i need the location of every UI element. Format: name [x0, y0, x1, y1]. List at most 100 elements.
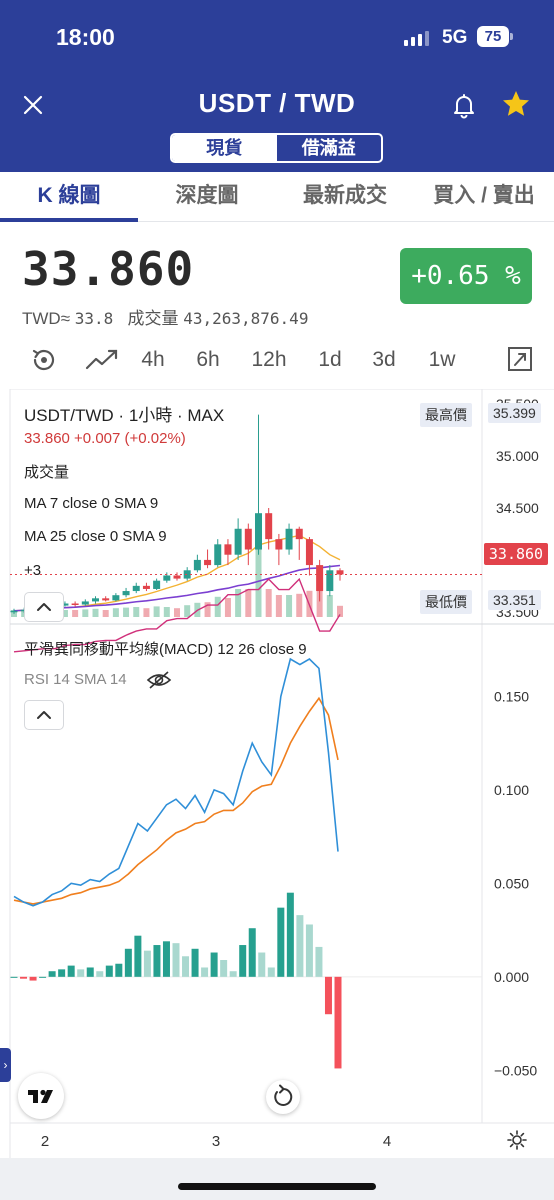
- macd-histogram-bar: [143, 950, 151, 977]
- fullscreen-button[interactable]: [506, 340, 534, 380]
- collapse-macd-button[interactable]: [24, 700, 64, 730]
- candle-body: [255, 513, 262, 550]
- macd-axis-tick: −0.050: [494, 1062, 537, 1078]
- gear-icon: [507, 1130, 527, 1150]
- candle-body: [132, 585, 140, 592]
- trend-line-icon: [85, 349, 118, 370]
- tab-trades[interactable]: 最新成交: [276, 172, 414, 221]
- chevron-up-icon: [37, 711, 51, 719]
- candle-body: [244, 528, 252, 550]
- macd-histogram-bar: [229, 971, 237, 977]
- macd-axis-tick: 0.100: [494, 782, 529, 798]
- macd-histogram-bar: [124, 948, 132, 977]
- price-subline: TWD≈ 33.8 成交量 43,263,876.49: [22, 304, 308, 329]
- volume-bar: [245, 589, 252, 617]
- macd-histogram-bar: [334, 976, 342, 1069]
- macd-histogram-bar: [48, 971, 56, 977]
- rsi-legend: RSI 14 SMA 14: [24, 671, 127, 688]
- candle-body: [234, 528, 242, 555]
- change-badge: +0.65 %: [400, 248, 532, 304]
- candle-body: [122, 591, 130, 596]
- chart-settings-button[interactable]: [506, 1129, 528, 1151]
- volume-bar: [224, 598, 231, 617]
- interval-4h[interactable]: 4h: [135, 340, 171, 380]
- volume-bar: [153, 606, 160, 617]
- tab-kline[interactable]: K 線圖: [0, 172, 138, 222]
- hide-rsi-button[interactable]: [146, 670, 172, 690]
- macd-histogram-bar: [20, 976, 28, 979]
- battery-icon: 75: [477, 26, 509, 47]
- volume-bar: [82, 609, 89, 617]
- home-indicator: [178, 1183, 376, 1190]
- macd-histogram-bar: [39, 976, 47, 978]
- volume-bar: [286, 595, 293, 617]
- chart-toolbar: 4h 6h 12h 1d 3d 1w: [0, 340, 554, 380]
- fullscreen-icon: [508, 347, 532, 371]
- macd-histogram-bar: [296, 915, 304, 977]
- candle-body: [305, 539, 313, 566]
- interval-1d[interactable]: 1d: [312, 340, 348, 380]
- replay-button[interactable]: [28, 340, 60, 380]
- high-label: 最高價: [420, 403, 472, 427]
- interval-12h[interactable]: 12h: [246, 340, 292, 380]
- star-icon: [503, 91, 529, 116]
- tradingview-logo[interactable]: [18, 1073, 64, 1119]
- more-indicators[interactable]: +3: [24, 562, 41, 579]
- macd-histogram-bar: [305, 924, 313, 977]
- indicator-button[interactable]: [84, 340, 120, 380]
- macd-histogram-bar: [239, 945, 247, 977]
- macd-legend: 平滑異同移動平均線(MACD) 12 26 close 9: [24, 641, 307, 658]
- app-root: 18:00 5G 75 USDT / TWD 現貨 借滿益 K 線圖 深度圖 最…: [0, 0, 554, 1200]
- twd-value: 33.8: [74, 309, 114, 328]
- low-value: 33.351: [488, 590, 541, 610]
- tab-depth[interactable]: 深度圖: [138, 172, 276, 221]
- collapse-legend-button[interactable]: [24, 592, 64, 622]
- high-value: 35.399: [488, 403, 541, 423]
- candle-body: [92, 598, 99, 602]
- tradingview-icon: [28, 1089, 53, 1103]
- volume-bar: [123, 607, 130, 617]
- macd-histogram-bar: [134, 935, 142, 977]
- volume-bar: [184, 605, 191, 617]
- side-panel-handle[interactable]: ›: [0, 1048, 11, 1082]
- macd-histogram-bar: [315, 946, 323, 977]
- interval-1w[interactable]: 1w: [422, 340, 462, 380]
- segment-spot[interactable]: 現貨: [172, 135, 277, 161]
- volume-legend: 成交量: [24, 464, 70, 481]
- segment-margin[interactable]: 借滿益: [277, 135, 382, 161]
- volume-bar: [72, 610, 79, 617]
- bottom-bar: [0, 1158, 554, 1200]
- candle-body: [153, 580, 161, 589]
- volume-label: 成交量: [127, 309, 179, 328]
- interval-6h[interactable]: 6h: [190, 340, 226, 380]
- volume-bar: [214, 596, 221, 617]
- interval-3d[interactable]: 3d: [366, 340, 402, 380]
- notification-button[interactable]: [449, 90, 479, 120]
- twd-label: TWD≈: [22, 309, 71, 328]
- reset-chart-button[interactable]: [266, 1080, 300, 1114]
- macd-histogram-bar: [105, 965, 113, 977]
- favorite-button[interactable]: [500, 88, 532, 120]
- candle-body: [295, 528, 303, 540]
- volume-bar: [92, 608, 99, 617]
- candle-body: [81, 601, 89, 605]
- volume-bar: [174, 608, 180, 617]
- replay-icon: [32, 349, 55, 371]
- candle-body: [112, 595, 120, 601]
- candle-body: [142, 585, 150, 589]
- tab-buy-sell[interactable]: 買入 / 賣出: [414, 172, 554, 221]
- macd-axis-tick: 0.050: [494, 875, 529, 891]
- price-axis-tick: 34.500: [496, 500, 539, 516]
- candle-body: [102, 598, 110, 601]
- volume-bar: [275, 595, 282, 617]
- time-axis-tick: 3: [212, 1133, 220, 1150]
- macd-histogram-bar: [324, 976, 332, 1015]
- macd-histogram-bar: [58, 969, 66, 977]
- macd-histogram-bar: [67, 965, 75, 977]
- volume-bar: [163, 607, 170, 617]
- candle-body: [10, 610, 18, 613]
- volume-bar: [143, 608, 150, 617]
- macd-histogram-bar: [201, 967, 209, 977]
- candle-body: [204, 559, 212, 566]
- volume-bar: [326, 595, 333, 617]
